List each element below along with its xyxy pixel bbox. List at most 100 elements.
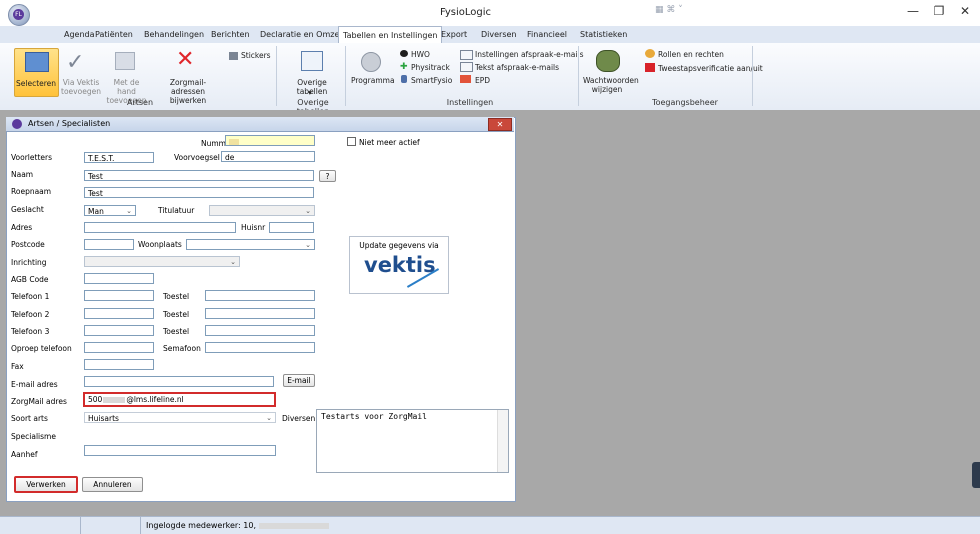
physitrack-button[interactable]: Physitrack (411, 63, 450, 72)
update-vektis-button[interactable]: Update gegevens via vektis (349, 236, 449, 294)
table-icon (301, 51, 323, 71)
diversen-scrollbar[interactable] (497, 410, 508, 472)
oproep-telefoon-field[interactable] (84, 342, 154, 353)
toestel-2-field[interactable] (205, 308, 315, 319)
soort-arts-value: Huisarts (88, 414, 119, 423)
nummer-field[interactable] (225, 135, 315, 146)
huisnr-field[interactable] (269, 222, 314, 233)
update-vektis-label: Update gegevens via (359, 241, 439, 250)
label-telefoon-1: Telefoon 1 (11, 292, 50, 301)
label-agb-code: AGB Code (11, 275, 49, 284)
app-logo-icon (12, 119, 22, 129)
tab-patienten[interactable]: Patiënten (91, 28, 137, 42)
geslacht-select[interactable]: Man ⌄ (84, 205, 136, 216)
label-woonplaats: Woonplaats (138, 240, 182, 249)
label-huisnr: Huisnr (241, 223, 266, 232)
telefoon-3-field[interactable] (84, 325, 154, 336)
tekst-afspraak-emails-button[interactable]: Tekst afspraak-e-mails (475, 63, 559, 72)
quick-access-icons[interactable]: ▦ ⌘ ˅ (655, 5, 683, 15)
status-cell-2 (80, 517, 141, 534)
group-label-artsen: Artsen (126, 98, 154, 107)
naam-field[interactable]: Test (84, 170, 314, 181)
rollen-en-rechten-button[interactable]: Rollen en rechten (658, 50, 724, 59)
geslacht-value: Man (88, 207, 104, 216)
chevron-down-icon: ⌄ (266, 414, 272, 422)
chevron-down-icon: ⌄ (305, 207, 311, 215)
hwo-button[interactable]: HWO (411, 50, 430, 59)
semafoon-field[interactable] (205, 342, 315, 353)
fax-field[interactable] (84, 359, 154, 370)
dialog-close-button[interactable]: ✕ (488, 118, 512, 131)
diversen-text: Testarts voor ZorgMail (321, 412, 427, 421)
verwerken-button[interactable]: Verwerken (14, 476, 78, 493)
zorgmail-suffix: @lms.lifeline.nl (126, 395, 184, 404)
chevron-down-icon[interactable]: ▾ (308, 88, 312, 97)
tab-export[interactable]: Export (437, 28, 471, 42)
close-icon[interactable]: ✕ (955, 4, 975, 18)
restore-icon[interactable]: ❐ (929, 4, 949, 18)
agb-code-field[interactable] (84, 273, 154, 284)
minimize-icon[interactable]: — (903, 4, 923, 18)
adres-field[interactable] (84, 222, 236, 233)
via-vektis-button[interactable]: Via Vektis toevoegen (60, 78, 102, 96)
niet-meer-actief-checkbox[interactable] (347, 137, 356, 146)
naam-help-button[interactable]: ? (319, 170, 336, 182)
label-soort-arts: Soort arts (11, 414, 48, 423)
epd-button[interactable]: EPD (475, 76, 490, 85)
tab-berichten[interactable]: Berichten (207, 28, 254, 42)
email-settings-icon (460, 50, 473, 60)
status-user: Ingelogde medewerker: 10, (146, 521, 329, 530)
group-separator (345, 46, 346, 106)
check-icon: ✓ (66, 50, 85, 75)
label-niet-meer-actief: Niet meer actief (359, 138, 420, 147)
email-button[interactable]: E-mail (283, 374, 315, 387)
tab-financieel[interactable]: Financieel (523, 28, 571, 42)
tab-diversen[interactable]: Diversen (477, 28, 521, 42)
postcode-field[interactable] (84, 239, 134, 250)
inrichting-select[interactable]: ⌄ (84, 256, 240, 267)
edit-doc-icon (115, 52, 135, 70)
zorgmail-field[interactable]: 500 @lms.lifeline.nl (83, 392, 276, 407)
label-oproep-telefoon: Oproep telefoon (11, 344, 72, 353)
wachtwoorden-wijzigen-button[interactable]: Wachtwoorden wijzigen (583, 76, 639, 94)
overige-tabellen-button[interactable]: Overige tabellen (283, 78, 341, 96)
roles-icon (645, 49, 655, 58)
group-separator (578, 46, 579, 106)
titulatuur-select[interactable]: ⌄ (209, 205, 315, 216)
woonplaats-select[interactable]: ⌄ (186, 239, 315, 250)
annuleren-button[interactable]: Annuleren (82, 477, 143, 492)
label-diversen: Diversen (282, 414, 316, 423)
plus-icon: ✚ (400, 62, 408, 72)
tab-declaratie[interactable]: Declaratie en Omzet (256, 28, 347, 42)
toestel-3-field[interactable] (205, 325, 315, 336)
side-panel-handle[interactable] (972, 462, 980, 488)
instellingen-afspraak-emails-button[interactable]: Instellingen afspraak-e-mails (475, 50, 583, 59)
email-field[interactable] (84, 376, 274, 387)
soort-arts-select[interactable]: Huisarts ⌄ (84, 412, 276, 423)
label-fax: Fax (11, 362, 24, 371)
group-separator (276, 46, 277, 106)
telefoon-1-field[interactable] (84, 290, 154, 301)
tab-statistieken[interactable]: Statistieken (576, 28, 631, 42)
voorvoegsel-field[interactable]: de (221, 151, 315, 162)
stickers-button[interactable]: Stickers (241, 51, 271, 60)
voorletters-field[interactable]: T.E.S.T. (84, 152, 154, 163)
diversen-textarea[interactable]: Testarts voor ZorgMail (316, 409, 509, 473)
smartfysio-button[interactable]: SmartFysio (411, 76, 452, 85)
tab-tabellen-instellingen[interactable]: Tabellen en Instellingen (338, 26, 443, 44)
toestel-1-field[interactable] (205, 290, 315, 301)
programma-button[interactable]: Programma (351, 76, 395, 85)
tab-behandelingen[interactable]: Behandelingen (140, 28, 208, 42)
tweestapsverificatie-button[interactable]: Tweestapsverificatie aan/uit (658, 64, 763, 73)
label-telefoon-2: Telefoon 2 (11, 310, 50, 319)
epd-icon (460, 75, 471, 83)
selecteren-label: Selecteren (16, 79, 57, 88)
status-cell-1 (0, 517, 81, 534)
label-postcode: Postcode (11, 240, 45, 249)
label-inrichting: Inrichting (11, 258, 47, 267)
roepnaam-field[interactable]: Test (84, 187, 314, 198)
aanhef-field[interactable] (84, 445, 276, 456)
telefoon-2-field[interactable] (84, 308, 154, 319)
app-menu-orb-icon[interactable]: FL (8, 4, 30, 26)
group-label-toegangsbeheer: Toegangsbeheer (652, 98, 718, 107)
